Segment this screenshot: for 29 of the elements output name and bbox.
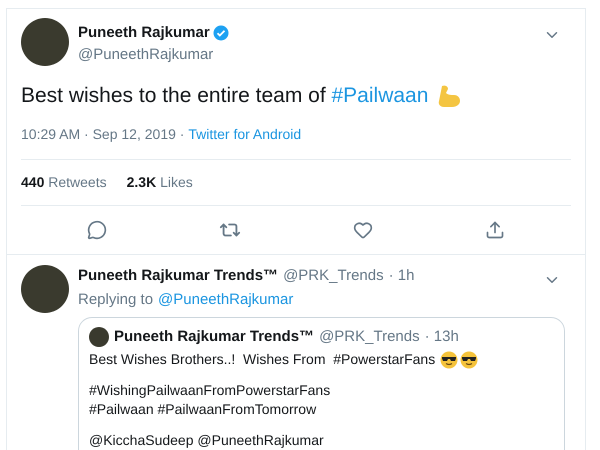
user-handle[interactable]: @PuneethRajkumar (78, 44, 543, 64)
source-link[interactable]: Twitter for Android (188, 124, 302, 144)
retweets-count[interactable]: 440 Retweets (21, 172, 107, 192)
like-icon[interactable] (353, 220, 373, 240)
sunglasses-face-icon (440, 350, 458, 368)
user-name[interactable]: Puneeth Rajkumar (78, 22, 210, 44)
tweet-age: · 13h (424, 326, 459, 346)
user-handle: @PRK_Trends (319, 326, 420, 346)
user-handle[interactable]: @PRK_Trends (283, 264, 384, 287)
user-name: Puneeth Rajkumar Trends™ (114, 326, 314, 346)
mention-link[interactable]: @PuneethRajkumar (158, 289, 294, 312)
replying-label: Replying to (78, 290, 154, 310)
likes-count[interactable]: 2.3K Likes (126, 172, 193, 192)
share-icon[interactable] (485, 220, 505, 240)
avatar[interactable] (21, 18, 69, 66)
tweet-age[interactable]: · 1h (388, 264, 414, 287)
tweet-timestamp[interactable]: 10:29 AM · Sep 12, 2019 · (21, 124, 188, 144)
avatar[interactable] (21, 264, 69, 312)
avatar[interactable] (89, 326, 109, 347)
tweet-text: Best wishes to the entire team of #Pailwaan (21, 83, 428, 109)
user-name[interactable]: Puneeth Rajkumar Trends™ (78, 264, 278, 287)
quoted-text-line: @KicchaSudeep @PuneethRajkumar (89, 431, 324, 450)
quoted-text-line: #WishingPailwaanFromPowerstarFans (89, 381, 330, 400)
quoted-text-line: Best Wishes Brothers..! Wishes From #PowerstarFans (89, 350, 436, 369)
flexed-biceps-icon (436, 84, 462, 108)
quoted-text-line: #Pailwaan #PailwaanFromTomorrow (89, 400, 316, 419)
sunglasses-face-icon (460, 350, 478, 368)
reply-icon[interactable] (87, 220, 107, 240)
quoted-tweet[interactable]: Puneeth Rajkumar Trends™ @PRK_Trends · 13h Best Wishes Brothers..! Wishes From #PowerstarFans #WishingPailwaanFromPowerstarFans #Pailwaan #PailwaanFromTomorrow @KicchaSudeep @PuneethRajkumar (78, 316, 565, 450)
